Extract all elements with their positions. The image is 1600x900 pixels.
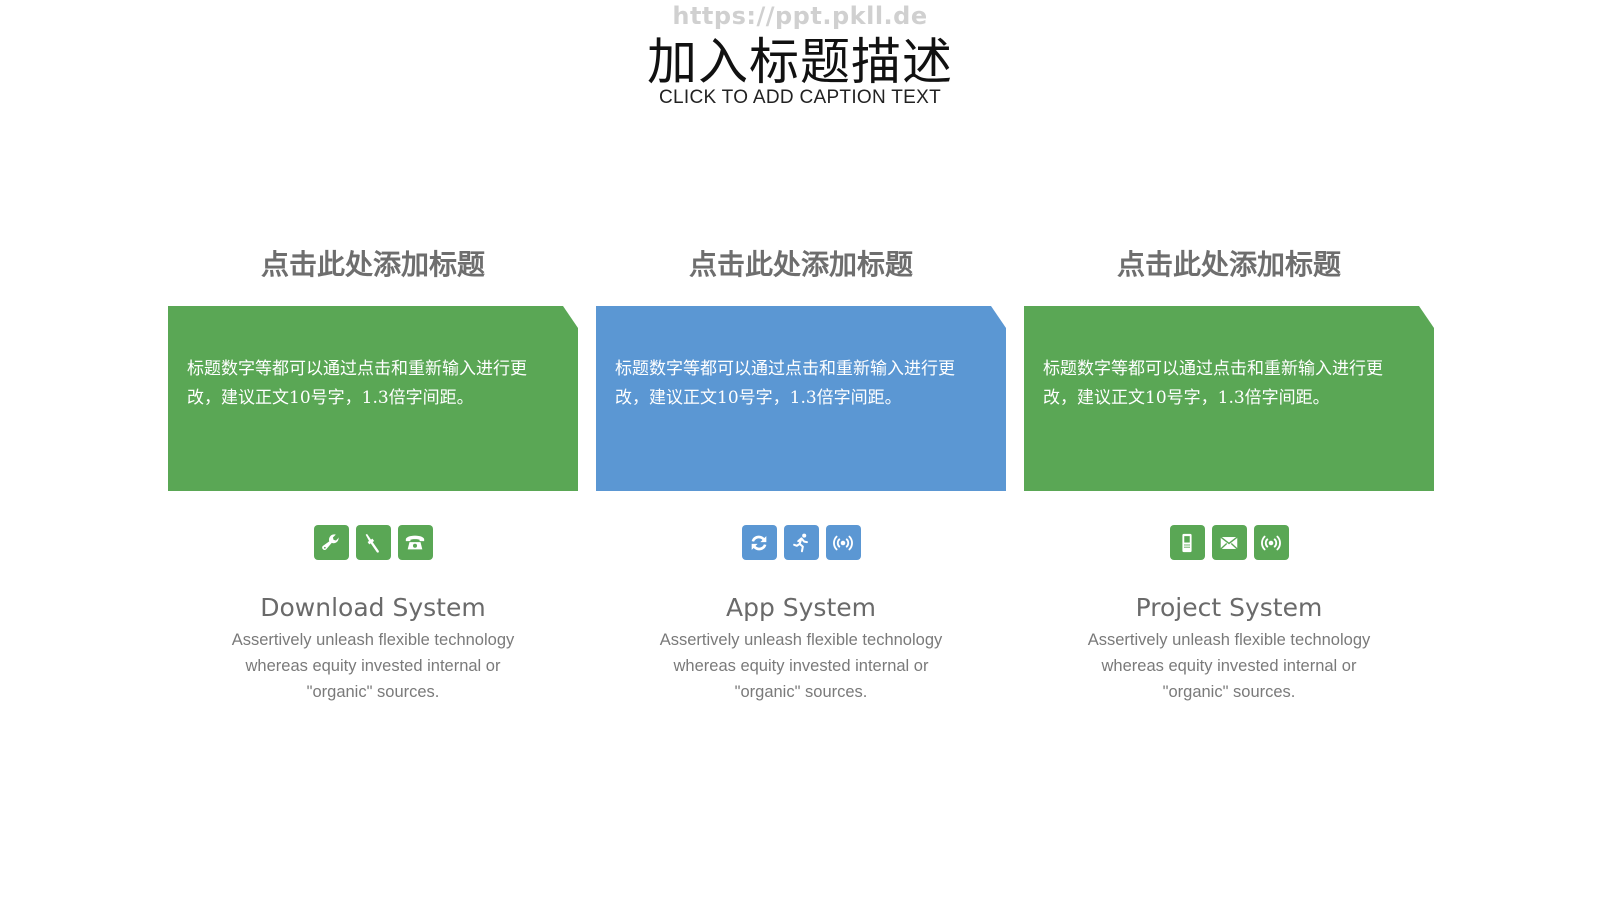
icon-row — [596, 525, 1006, 560]
screwdriver-icon[interactable] — [355, 525, 391, 560]
icon-row — [168, 525, 578, 560]
column-title: Project System — [1135, 593, 1323, 622]
feature-column-project: 点击此处添加标题 标题数字等都可以通过点击和重新输入进行更改，建议正文10号字，… — [1024, 0, 1434, 900]
column-title: App System — [725, 593, 876, 622]
column-description: Assertively unleash flexible technology … — [659, 631, 943, 701]
refresh-icon[interactable] — [741, 525, 777, 560]
card-text: 标题数字等都可以通过点击和重新输入进行更改，建议正文10号字，1.3倍字间距。 — [1043, 359, 1383, 408]
feature-card[interactable]: 标题数字等都可以通过点击和重新输入进行更改，建议正文10号字，1.3倍字间距。 — [1024, 306, 1434, 491]
envelope-icon[interactable] — [1211, 525, 1247, 560]
feature-card[interactable]: 标题数字等都可以通过点击和重新输入进行更改，建议正文10号字，1.3倍字间距。 — [168, 306, 578, 491]
column-title: Download System — [260, 593, 486, 622]
column-heading[interactable]: 点击此处添加标题 — [168, 243, 578, 283]
feature-card[interactable]: 标题数字等都可以通过点击和重新输入进行更改，建议正文10号字，1.3倍字间距。 — [596, 306, 1006, 491]
column-heading[interactable]: 点击此处添加标题 — [1024, 243, 1434, 283]
card-text: 标题数字等都可以通过点击和重新输入进行更改，建议正文10号字，1.3倍字间距。 — [187, 359, 527, 408]
feature-column-app: 点击此处添加标题 标题数字等都可以通过点击和重新输入进行更改，建议正文10号字，… — [596, 0, 1006, 900]
feature-column-download: 点击此处添加标题 标题数字等都可以通过点击和重新输入进行更改，建议正文10号字，… — [168, 0, 578, 900]
mobile-phone-icon[interactable] — [1169, 525, 1205, 560]
column-heading[interactable]: 点击此处添加标题 — [596, 243, 1006, 283]
column-description: Assertively unleash flexible technology … — [1087, 631, 1371, 701]
icon-row — [1024, 525, 1434, 560]
broadcast-icon[interactable] — [825, 525, 861, 560]
broadcast-icon[interactable] — [1253, 525, 1289, 560]
wrench-icon[interactable] — [313, 525, 349, 560]
card-text: 标题数字等都可以通过点击和重新输入进行更改，建议正文10号字，1.3倍字间距。 — [615, 359, 955, 408]
running-person-icon[interactable] — [783, 525, 819, 560]
column-description: Assertively unleash flexible technology … — [231, 631, 515, 701]
telephone-icon[interactable] — [397, 525, 433, 560]
